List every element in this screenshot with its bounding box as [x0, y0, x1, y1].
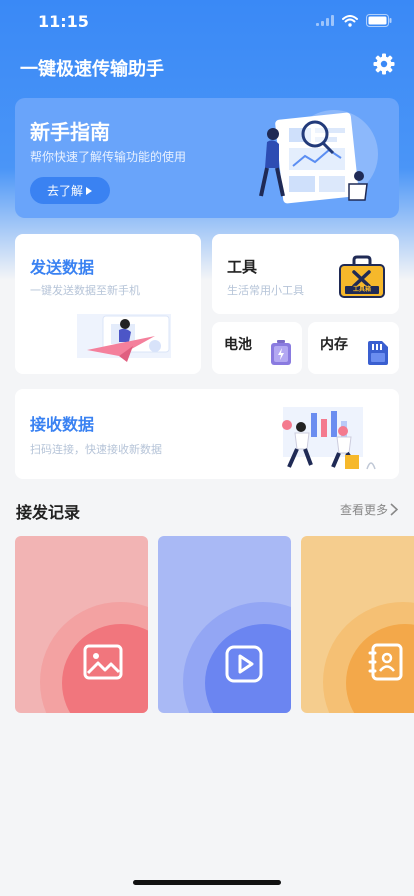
status-icons: [316, 14, 392, 27]
receive-illustration: [282, 407, 376, 470]
battery-card[interactable]: 电池: [212, 322, 302, 374]
send-data-title: 发送数据: [30, 258, 95, 277]
signal-icon: [316, 15, 334, 26]
app-title: 一键极速传输助手: [20, 59, 164, 80]
chevron-right-icon: [390, 503, 398, 516]
memory-title: 内存: [320, 337, 348, 353]
toolbox-label: 工具箱: [352, 286, 371, 293]
gear-icon: [373, 53, 395, 75]
battery-icon: [271, 340, 291, 365]
status-bar: 11:15: [0, 0, 414, 44]
battery-status-icon: [366, 14, 392, 27]
send-data-card[interactable]: 发送数据 一键发送数据至新手机: [15, 234, 201, 374]
play-triangle-icon: [86, 186, 92, 195]
memory-card[interactable]: 内存: [308, 322, 399, 374]
learn-more-button[interactable]: 去了解: [30, 177, 110, 204]
record-tile-videos[interactable]: [158, 536, 291, 713]
video-icon: [225, 645, 263, 683]
home-indicator[interactable]: [133, 880, 281, 885]
paper-plane-illustration: [77, 314, 171, 362]
receive-data-card[interactable]: 接收数据 扫码连接，快速接收新数据: [15, 389, 399, 479]
image-icon: [83, 644, 123, 680]
settings-button[interactable]: [372, 52, 396, 76]
view-more-link[interactable]: 查看更多: [340, 501, 398, 518]
tools-card[interactable]: 工具 生活常用小工具 工具箱: [212, 234, 399, 314]
guide-subtitle: 帮你快速了解传输功能的使用: [30, 150, 187, 164]
memory-card-icon: [368, 341, 388, 365]
guide-illustration: [259, 110, 378, 204]
record-tile-images[interactable]: [15, 536, 148, 713]
send-data-subtitle: 一键发送数据至新手机: [30, 284, 140, 297]
guide-title: 新手指南: [30, 120, 110, 144]
tools-subtitle: 生活常用小工具: [227, 284, 304, 297]
receive-data-subtitle: 扫码连接，快速接收新数据: [30, 443, 162, 456]
toolbox-icon: 工具箱: [337, 254, 387, 300]
receive-data-title: 接收数据: [30, 415, 95, 434]
learn-more-label: 去了解: [46, 184, 83, 198]
tools-title: 工具: [227, 258, 258, 276]
guide-card[interactable]: 新手指南 帮你快速了解传输功能的使用 去了解: [15, 98, 399, 218]
status-time: 11:15: [38, 12, 89, 31]
contacts-icon: [368, 643, 403, 681]
wifi-icon: [342, 14, 358, 27]
record-tile-contacts[interactable]: [301, 536, 414, 713]
records-section-title: 接发记录: [16, 503, 81, 522]
battery-title: 电池: [224, 337, 252, 353]
view-more-label: 查看更多: [339, 503, 388, 517]
